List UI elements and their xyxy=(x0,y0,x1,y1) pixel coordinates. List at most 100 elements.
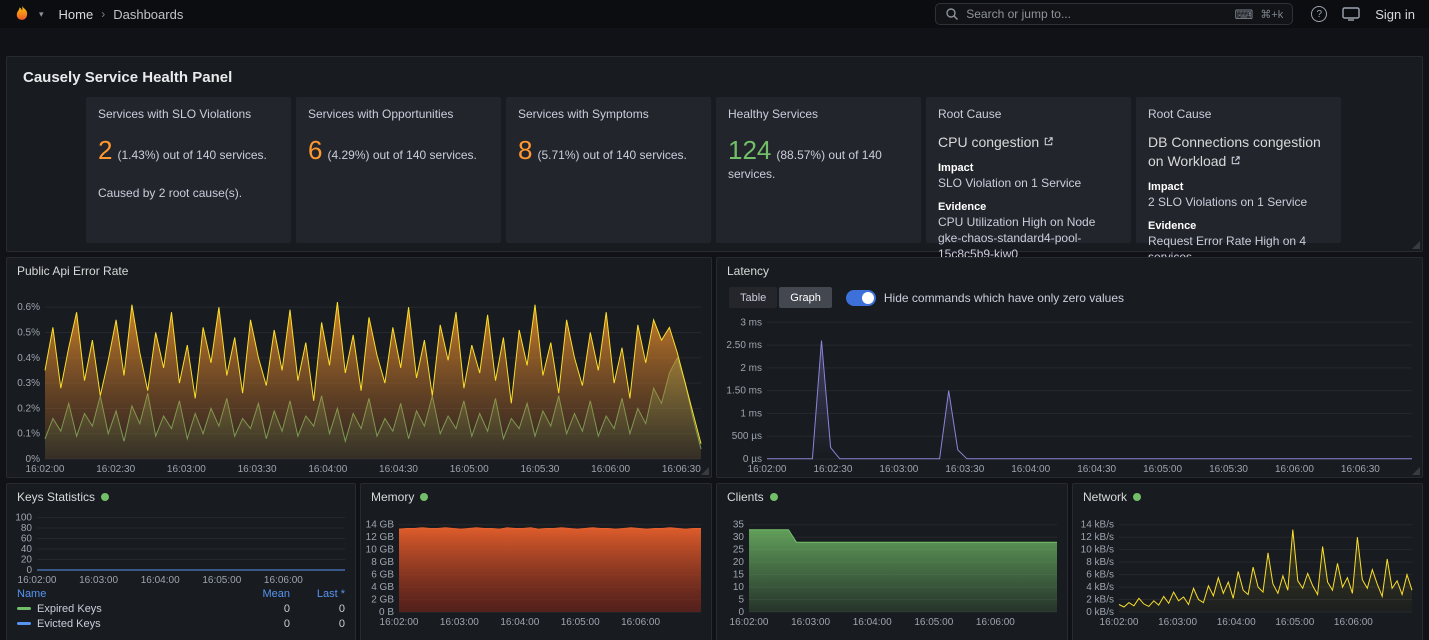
series-mean: 0 xyxy=(235,603,290,615)
stat-card-title: Services with Opportunities xyxy=(308,107,489,121)
stat-card-slo-violations: Services with SLO Violations 2(1.43%) ou… xyxy=(86,97,291,243)
legend-header-last[interactable]: Last * xyxy=(290,588,345,600)
latency-controls: Table Graph Hide commands which have onl… xyxy=(729,287,1124,308)
panel-title[interactable]: Clients xyxy=(727,490,764,504)
svg-text:16:05:00: 16:05:00 xyxy=(202,575,241,586)
svg-text:0.3%: 0.3% xyxy=(17,378,40,389)
svg-text:16:02:00: 16:02:00 xyxy=(748,464,787,475)
stat-cards-row: Services with SLO Violations 2(1.43%) ou… xyxy=(86,97,1341,243)
panel-title[interactable]: Public Api Error Rate xyxy=(17,264,128,278)
panel-title[interactable]: Causely Service Health Panel xyxy=(7,57,1422,86)
stat-value: 6 xyxy=(308,135,322,165)
svg-text:10 kB/s: 10 kB/s xyxy=(1081,545,1114,556)
root-cause-card-cpu: Root Cause CPU congestion Impact SLO Vio… xyxy=(926,97,1131,243)
search-input[interactable] xyxy=(966,7,1227,21)
series-color-swatch xyxy=(17,622,31,625)
external-link-icon xyxy=(1043,136,1054,147)
breadcrumb-home[interactable]: Home xyxy=(59,7,94,22)
help-icon[interactable]: ? xyxy=(1311,6,1327,22)
legend-row: Evicted Keys 0 0 xyxy=(17,616,345,631)
svg-text:14 GB: 14 GB xyxy=(366,520,395,531)
panel-title[interactable]: Keys Statistics xyxy=(17,490,95,504)
svg-text:16:03:30: 16:03:30 xyxy=(238,464,277,475)
svg-text:1.50 ms: 1.50 ms xyxy=(726,386,762,397)
svg-text:40: 40 xyxy=(21,544,33,555)
latency-view-tabs: Table Graph xyxy=(729,287,832,308)
health-ok-dot xyxy=(770,493,778,501)
root-cause-link[interactable]: CPU congestion xyxy=(938,133,1119,152)
keys-statistics-chart[interactable]: 02040608010016:02:0016:03:0016:04:0016:0… xyxy=(9,510,353,586)
svg-text:16:04:00: 16:04:00 xyxy=(308,464,347,475)
svg-text:4 GB: 4 GB xyxy=(371,582,394,593)
chevron-down-icon[interactable]: ▾ xyxy=(39,9,44,20)
grafana-logo-icon[interactable] xyxy=(12,4,32,24)
svg-text:16:02:30: 16:02:30 xyxy=(813,464,852,475)
stat-card-healthy: Healthy Services 124(88.57%) out of 140 … xyxy=(716,97,921,243)
svg-text:16:04:00: 16:04:00 xyxy=(1217,617,1256,628)
hide-zero-values-toggle[interactable] xyxy=(846,290,876,306)
svg-text:16:06:00: 16:06:00 xyxy=(621,617,660,628)
svg-text:8 GB: 8 GB xyxy=(371,557,394,568)
svg-text:15: 15 xyxy=(733,570,745,581)
svg-text:10: 10 xyxy=(733,582,745,593)
root-cause-link[interactable]: DB Connections congestion on Workload xyxy=(1148,133,1329,171)
svg-text:16:02:00: 16:02:00 xyxy=(26,464,65,475)
series-last: 0 xyxy=(290,603,345,615)
svg-text:20: 20 xyxy=(733,557,745,568)
tab-graph[interactable]: Graph xyxy=(779,287,832,308)
svg-text:6 kB/s: 6 kB/s xyxy=(1086,570,1114,581)
memory-chart[interactable]: 0 B2 GB4 GB6 GB8 GB10 GB12 GB14 GB16:02:… xyxy=(363,510,709,628)
panel-title[interactable]: Memory xyxy=(371,490,414,504)
svg-text:12 GB: 12 GB xyxy=(366,532,395,543)
impact-text: SLO Violation on 1 Service xyxy=(938,176,1119,192)
impact-text: 2 SLO Violations on 1 Service xyxy=(1148,195,1329,211)
svg-text:16:04:00: 16:04:00 xyxy=(141,575,180,586)
health-ok-dot xyxy=(420,493,428,501)
stat-caption: (5.71%) out of 140 services. xyxy=(537,148,686,162)
monitor-icon[interactable] xyxy=(1342,7,1360,21)
svg-text:16:04:00: 16:04:00 xyxy=(853,617,892,628)
panel-title[interactable]: Network xyxy=(1083,490,1127,504)
memory-panel: Memory 0 B2 GB4 GB6 GB8 GB10 GB12 GB14 G… xyxy=(360,483,712,640)
hide-zero-values-label: Hide commands which have only zero value… xyxy=(884,291,1124,305)
keys-legend: Name Mean Last * Expired Keys 0 0 Evicte… xyxy=(7,586,355,631)
series-name[interactable]: Evicted Keys xyxy=(37,618,101,630)
search-box[interactable]: ⌨ ⌘+k xyxy=(935,3,1293,25)
keyboard-icon: ⌨ xyxy=(1235,8,1254,21)
evidence-label: Evidence xyxy=(938,201,1119,213)
svg-text:16:06:00: 16:06:00 xyxy=(591,464,630,475)
series-last: 0 xyxy=(290,618,345,630)
legend-header-mean[interactable]: Mean xyxy=(235,588,290,600)
svg-text:80: 80 xyxy=(21,523,33,534)
clients-chart[interactable]: 0510152025303516:02:0016:03:0016:04:0016… xyxy=(719,510,1065,628)
tab-table[interactable]: Table xyxy=(729,287,777,308)
nav-right-group: ? Sign in xyxy=(1311,6,1417,22)
impact-label: Impact xyxy=(938,162,1119,174)
health-ok-dot xyxy=(1133,493,1141,501)
clients-panel: Clients 0510152025303516:02:0016:03:0016… xyxy=(716,483,1068,640)
public-api-error-rate-chart[interactable]: 0%0.1%0.2%0.3%0.4%0.5%0.6%16:02:0016:02:… xyxy=(9,284,709,475)
legend-header-name[interactable]: Name xyxy=(17,588,46,600)
series-name[interactable]: Expired Keys xyxy=(37,603,102,615)
keys-statistics-panel: Keys Statistics 02040608010016:02:0016:0… xyxy=(6,483,356,640)
svg-text:16:06:00: 16:06:00 xyxy=(1334,617,1373,628)
svg-text:14 kB/s: 14 kB/s xyxy=(1081,520,1114,531)
toggle-knob xyxy=(862,292,874,304)
nav-left-group: ▾ Home › Dashboards xyxy=(12,4,183,24)
svg-text:16:02:30: 16:02:30 xyxy=(96,464,135,475)
sign-in-link[interactable]: Sign in xyxy=(1375,7,1415,22)
panel-title[interactable]: Latency xyxy=(727,264,769,278)
svg-text:0.5%: 0.5% xyxy=(17,327,40,338)
service-health-panel: Causely Service Health Panel Services wi… xyxy=(6,56,1423,252)
svg-text:16:05:00: 16:05:00 xyxy=(1275,617,1314,628)
latency-chart[interactable]: 0 µs500 µs1 ms1.50 ms2 ms2.50 ms3 ms16:0… xyxy=(719,312,1420,475)
network-chart[interactable]: 0 kB/s2 kB/s4 kB/s6 kB/s8 kB/s10 kB/s12 … xyxy=(1075,510,1420,628)
breadcrumb-separator: › xyxy=(101,7,105,21)
svg-text:16:06:30: 16:06:30 xyxy=(662,464,701,475)
stat-value: 8 xyxy=(518,135,532,165)
breadcrumb-dashboards[interactable]: Dashboards xyxy=(113,7,183,22)
legend-header-row: Name Mean Last * xyxy=(17,586,345,601)
stat-note: Caused by 2 root cause(s). xyxy=(98,186,279,200)
stat-card-title: Services with SLO Violations xyxy=(98,107,279,121)
svg-text:16:05:00: 16:05:00 xyxy=(561,617,600,628)
